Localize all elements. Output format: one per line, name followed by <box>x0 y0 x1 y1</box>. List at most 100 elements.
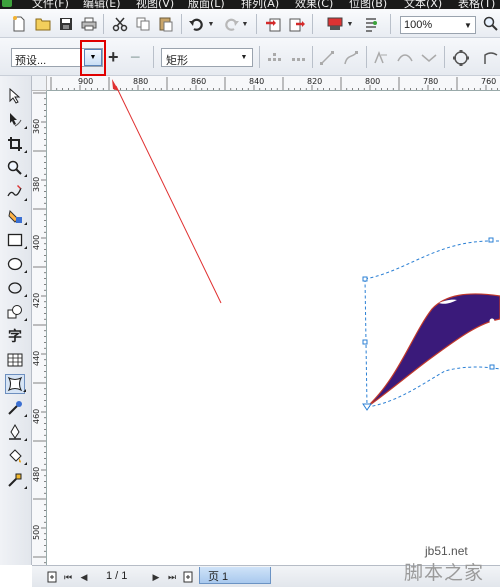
property-bar: 预设... ▼ + − 矩形 ▼ <box>0 38 500 76</box>
undo-icon[interactable] <box>188 15 206 33</box>
save-icon[interactable] <box>57 15 75 33</box>
envelope-node <box>489 364 495 370</box>
text-tool-icon[interactable]: 字 <box>5 326 25 346</box>
vertical-ruler[interactable]: 360 380 400 420 440 460 480 500 <box>32 91 47 565</box>
paste-icon[interactable] <box>157 15 175 33</box>
menu-view[interactable]: 视图(V) <box>136 0 174 9</box>
menu-text[interactable]: 文本(X) <box>404 0 442 9</box>
rectangle-tool-icon[interactable] <box>5 230 27 250</box>
import-icon[interactable] <box>264 15 282 33</box>
symmetrical-node-icon[interactable] <box>420 49 438 67</box>
h-ruler-label: 800 <box>365 77 381 86</box>
v-ruler-label: 360 <box>32 118 41 134</box>
zoom-level-value: 100% <box>404 19 433 31</box>
chevron-down-icon[interactable]: ▼ <box>461 17 475 33</box>
open-icon[interactable] <box>34 15 52 33</box>
menu-bar: 文件(F) 编辑(E) 视图(V) 版面(L) 排列(A) 效果(C) 位图(B… <box>0 0 500 9</box>
add-nodes-icon[interactable] <box>266 49 284 67</box>
menu-table[interactable]: 表格(T) <box>458 0 495 9</box>
copy-envelope-icon[interactable] <box>482 49 500 67</box>
smooth-node-icon[interactable] <box>396 49 414 67</box>
drawing-canvas[interactable] <box>47 91 500 565</box>
h-ruler-label: 840 <box>249 77 265 86</box>
envelope-node <box>362 276 368 282</box>
v-ruler-label: 380 <box>32 176 41 192</box>
v-ruler-label: 480 <box>32 466 41 482</box>
h-ruler-label: 860 <box>191 77 207 86</box>
polygon-tool-icon[interactable] <box>5 278 27 298</box>
freehand-tool-icon[interactable] <box>5 182 27 202</box>
copy-icon[interactable] <box>134 15 152 33</box>
zoom-level-select[interactable]: 100% ▼ <box>400 16 476 34</box>
menu-file[interactable]: 文件(F) <box>32 0 69 9</box>
next-page-icon[interactable]: ▶ <box>150 570 162 584</box>
delete-preset-button[interactable]: − <box>130 48 141 66</box>
first-page-icon[interactable]: ⏮ <box>62 570 74 584</box>
add-page-icon[interactable] <box>46 570 58 584</box>
v-ruler-label: 400 <box>32 234 41 250</box>
previous-page-icon[interactable]: ◀ <box>78 570 90 584</box>
menu-bitmaps[interactable]: 位图(B) <box>349 0 387 9</box>
app-launcher-icon[interactable] <box>326 15 344 33</box>
horizontal-ruler[interactable]: 900 880 860 840 820 800 780 760 <box>47 76 500 91</box>
new-icon[interactable] <box>10 15 28 33</box>
watermark-site: jb51.net <box>425 544 468 558</box>
pick-tool-icon[interactable] <box>5 86 25 106</box>
eyedropper-tool-icon[interactable] <box>5 398 27 418</box>
fill-tool-icon[interactable] <box>5 446 27 466</box>
h-ruler-label: 820 <box>307 77 323 86</box>
ruler-origin[interactable] <box>32 76 47 91</box>
delete-nodes-icon[interactable] <box>290 49 308 67</box>
smart-fill-tool-icon[interactable] <box>5 206 27 226</box>
standard-toolbar: ▼ ▼ ▼ 100% ▼ <box>0 9 500 38</box>
crop-tool-icon[interactable] <box>5 134 27 154</box>
mapping-mode-value: 矩形 <box>166 55 188 67</box>
zoom-tool-icon[interactable] <box>5 158 27 178</box>
zoom-icon[interactable] <box>482 15 500 33</box>
basic-shapes-tool-icon[interactable] <box>5 302 27 322</box>
shape-tool-icon[interactable] <box>5 110 27 130</box>
print-icon[interactable] <box>80 15 98 33</box>
menu-edit[interactable]: 编辑(E) <box>83 0 121 9</box>
envelope-node <box>488 237 494 243</box>
toolbox: 字 <box>0 76 32 565</box>
page-tab-label: 页 1 <box>208 571 229 583</box>
add-page-after-icon[interactable] <box>182 570 194 584</box>
h-ruler-label: 900 <box>78 77 94 86</box>
v-ruler-label: 500 <box>32 524 41 540</box>
h-ruler-label: 780 <box>423 77 439 86</box>
mapping-mode-select[interactable]: 矩形 ▼ <box>161 48 253 67</box>
welcome-screen-icon[interactable] <box>362 15 380 33</box>
menu-layout[interactable]: 版面(L) <box>188 0 225 9</box>
cut-icon[interactable] <box>111 15 129 33</box>
highlight-box <box>80 40 106 76</box>
envelope-mode-icon[interactable] <box>452 49 470 67</box>
export-icon[interactable] <box>288 15 306 33</box>
page-count: 1 / 1 <box>106 570 128 582</box>
purple-shape <box>366 293 500 408</box>
preset-value: 预设... <box>15 55 47 67</box>
cusp-node-icon[interactable] <box>372 49 390 67</box>
v-ruler-label: 420 <box>32 292 41 308</box>
add-preset-button[interactable]: + <box>108 48 119 66</box>
undo-dropdown[interactable]: ▼ <box>207 15 215 33</box>
envelope-node <box>362 339 368 345</box>
app-launcher-dropdown[interactable]: ▼ <box>346 15 354 33</box>
outline-pen-tool-icon[interactable] <box>5 422 27 442</box>
redo-dropdown[interactable]: ▼ <box>241 15 249 33</box>
page-tab[interactable]: 页 1 <box>199 567 271 584</box>
menu-effects[interactable]: 效果(C) <box>295 0 333 9</box>
envelope-tool-icon[interactable] <box>5 374 26 394</box>
v-ruler-label: 460 <box>32 408 41 424</box>
h-ruler-label: 880 <box>133 77 149 86</box>
convert-to-line-icon[interactable] <box>318 49 336 67</box>
table-tool-icon[interactable] <box>5 350 25 370</box>
ellipse-tool-icon[interactable] <box>5 254 27 274</box>
convert-to-curve-icon[interactable] <box>342 49 360 67</box>
h-ruler-label: 760 <box>481 77 497 86</box>
menu-arrange[interactable]: 排列(A) <box>241 0 279 9</box>
interactive-fill-tool-icon[interactable] <box>5 470 27 490</box>
last-page-icon[interactable]: ⏭ <box>166 570 178 584</box>
redo-icon[interactable] <box>222 15 240 33</box>
chevron-down-icon[interactable]: ▼ <box>237 50 251 65</box>
